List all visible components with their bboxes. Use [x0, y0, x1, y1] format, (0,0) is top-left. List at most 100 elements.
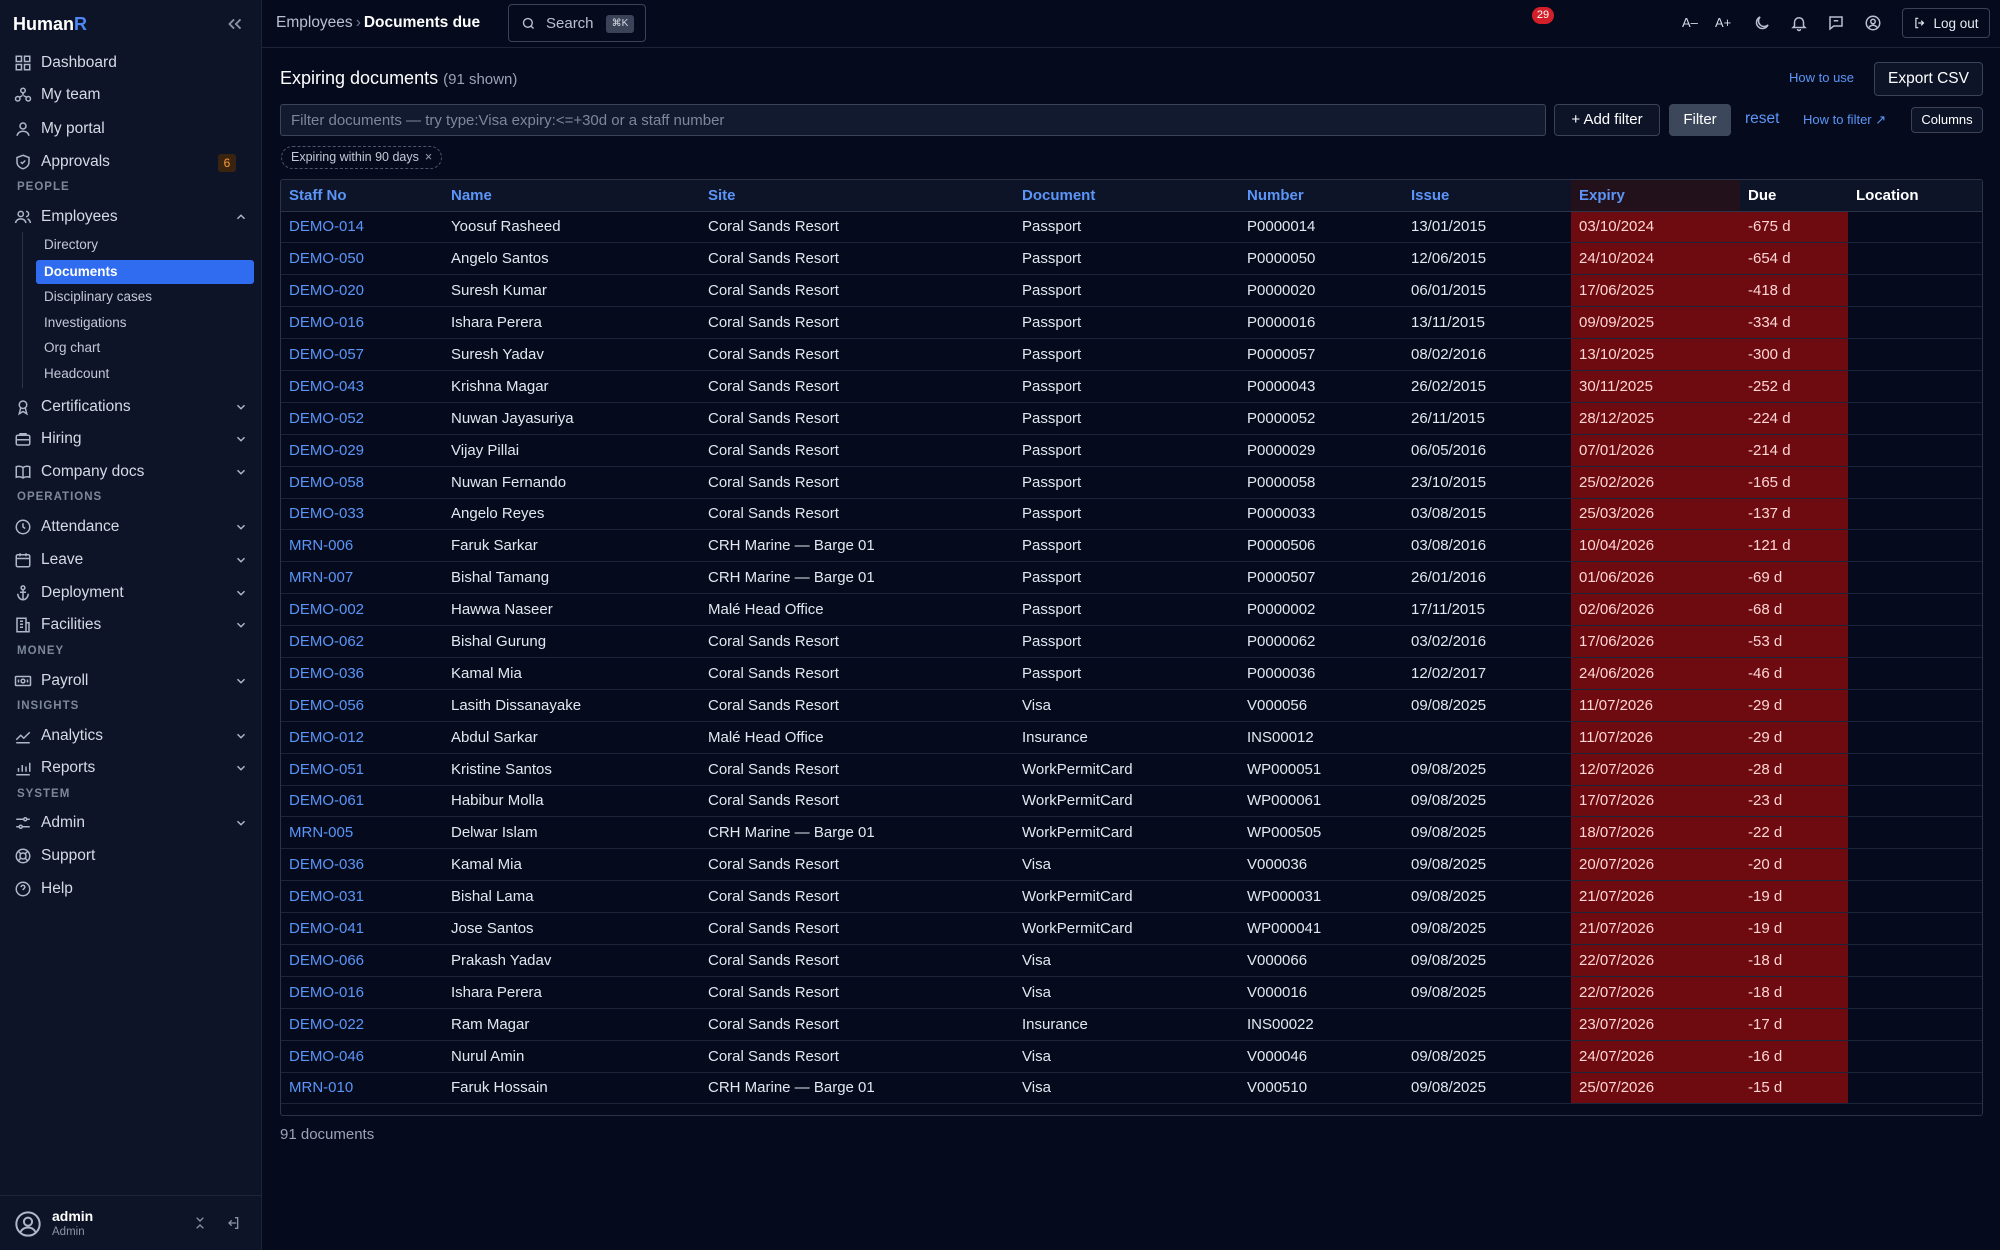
table-row[interactable]: DEMO-016 Ishara Perera Coral Sands Resort P… [281, 306, 1982, 340]
sidebar-item-payroll[interactable]: Payroll [14, 667, 248, 695]
staff-no-cell[interactable]: DEMO-029 [281, 434, 443, 467]
logout-button[interactable]: Log out [1902, 8, 1990, 38]
column-header-expiry[interactable]: Expiry [1571, 180, 1740, 212]
table-row[interactable]: DEMO-050 Angelo Santos Coral Sands Resort P… [281, 242, 1982, 276]
table-row[interactable]: DEMO-036 Kamal Mia Coral Sands Resort Visa V… [281, 848, 1982, 882]
table-row[interactable]: DEMO-058 Nuwan Fernando Coral Sands Resort… [281, 466, 1982, 499]
column-header-issue[interactable]: Issue [1403, 180, 1571, 212]
table-row[interactable]: DEMO-014 Yoosuf Rasheed Coral Sands Resort… [281, 211, 1982, 244]
sidebar-subitem-disciplinary-cases[interactable]: Disciplinary cases [36, 285, 254, 309]
add-filter-button[interactable]: + Add filter [1554, 104, 1660, 136]
staff-no-cell[interactable]: DEMO-058 [281, 466, 443, 499]
column-header-site[interactable]: Site [700, 180, 1014, 212]
table-row[interactable]: DEMO-062 Bishal Gurung Coral Sands Resort P… [281, 625, 1982, 658]
staff-no-cell[interactable]: DEMO-022 [281, 1008, 443, 1041]
sidebar-item-company-docs[interactable]: Company docs [14, 458, 248, 486]
how-to-use-link[interactable]: How to use [1789, 70, 1854, 85]
table-row[interactable]: DEMO-036 Kamal Mia Coral Sands Resort Passp… [281, 657, 1982, 690]
table-row[interactable]: DEMO-031 Bishal Lama Coral Sands Resort Wor… [281, 880, 1982, 914]
sidebar-subitem-headcount[interactable]: Headcount [36, 362, 254, 386]
brand-logo[interactable]: HumanR [13, 14, 87, 35]
sidebar-item-certifications[interactable]: Certifications [14, 393, 248, 421]
staff-no-cell[interactable]: DEMO-016 [281, 976, 443, 1009]
table-row[interactable]: DEMO-029 Vijay Pillai Coral Sands Resort Pa… [281, 434, 1982, 467]
sidebar-subitem-org-chart[interactable]: Org chart [36, 336, 254, 360]
staff-no-cell[interactable]: DEMO-016 [281, 306, 443, 340]
sidebar-subitem-investigations[interactable]: Investigations [36, 311, 254, 335]
sidebar-item-my-team[interactable]: My team [14, 81, 248, 109]
moon-icon[interactable] [1753, 14, 1773, 34]
table-row[interactable]: MRN-010 Faruk Hossain CRH Marine — Barge 0… [281, 1072, 1982, 1105]
staff-no-cell[interactable]: DEMO-036 [281, 657, 443, 690]
staff-no-cell[interactable]: MRN-007 [281, 561, 443, 595]
staff-no-cell[interactable]: MRN-010 [281, 1072, 443, 1105]
close-icon[interactable]: × [425, 150, 432, 164]
staff-no-cell[interactable]: DEMO-062 [281, 625, 443, 658]
search-button[interactable]: Search ⌘K [508, 4, 646, 42]
message-icon[interactable] [1827, 14, 1847, 34]
sidebar-item-approvals[interactable]: Approvals 6 [14, 148, 248, 176]
table-row[interactable]: DEMO-033 Angelo Reyes Coral Sands Resort Pa… [281, 498, 1982, 531]
column-header-document[interactable]: Document [1014, 180, 1239, 212]
sidebar-item-support[interactable]: Support [14, 842, 248, 870]
table-row[interactable]: DEMO-020 Suresh Kumar Coral Sands Resort Pa… [281, 274, 1982, 308]
sidebar-item-deployment[interactable]: Deployment [14, 579, 248, 607]
staff-no-cell[interactable]: DEMO-036 [281, 848, 443, 882]
staff-no-cell[interactable]: DEMO-043 [281, 370, 443, 403]
staff-no-cell[interactable]: DEMO-041 [281, 912, 443, 945]
table-row[interactable]: DEMO-061 Habibur Molla Coral Sands Resort W… [281, 785, 1982, 818]
staff-no-cell[interactable]: DEMO-057 [281, 338, 443, 371]
breadcrumb-parent-link[interactable]: Employees [276, 14, 353, 31]
staff-no-cell[interactable]: DEMO-014 [281, 211, 443, 244]
sidebar-item-attendance[interactable]: Attendance [14, 513, 248, 541]
staff-no-cell[interactable]: DEMO-051 [281, 753, 443, 786]
sidebar-item-my-portal[interactable]: My portal [14, 115, 248, 143]
font-smaller-button[interactable]: A– [1682, 15, 1698, 30]
export-csv-button[interactable]: Export CSV [1874, 62, 1983, 96]
sidebar-item-reports[interactable]: Reports [14, 754, 248, 782]
table-row[interactable]: DEMO-041 Jose Santos Coral Sands Resort Wor… [281, 912, 1982, 945]
staff-no-cell[interactable]: DEMO-056 [281, 689, 443, 722]
sidebar-item-hiring[interactable]: Hiring [14, 425, 248, 453]
sidebar-item-employees[interactable]: Employees [14, 203, 248, 231]
column-header-staff-no[interactable]: Staff No [281, 180, 443, 212]
table-row[interactable]: MRN-007 Bishal Tamang CRH Marine — Barge 0… [281, 561, 1982, 595]
sidebar-item-help[interactable]: Help [14, 875, 248, 903]
expand-collapse-icon[interactable] [192, 1215, 208, 1231]
how-to-filter-link[interactable]: How to filter ↗ [1803, 112, 1886, 128]
reset-link[interactable]: reset [1745, 110, 1779, 128]
staff-no-cell[interactable]: DEMO-066 [281, 944, 443, 977]
staff-no-cell[interactable]: DEMO-061 [281, 785, 443, 818]
font-larger-button[interactable]: A+ [1715, 15, 1731, 30]
table-row[interactable]: DEMO-002 Hawwa Naseer Malé Head Office Pass… [281, 593, 1982, 627]
table-row[interactable]: DEMO-052 Nuwan Jayasuriya Coral Sands Reso… [281, 402, 1982, 435]
table-row[interactable]: DEMO-066 Prakash Yadav Coral Sands Resort V… [281, 944, 1982, 977]
sidebar-item-facilities[interactable]: Facilities [14, 611, 248, 639]
sidebar-item-leave[interactable]: Leave [14, 546, 248, 574]
filter-input[interactable] [280, 104, 1546, 136]
column-header-number[interactable]: Number [1239, 180, 1403, 212]
table-row[interactable]: DEMO-046 Nurul Amin Coral Sands Resort Visa… [281, 1040, 1982, 1073]
filter-chip[interactable]: Expiring within 90 days × [281, 146, 443, 169]
sidebar-subitem-directory[interactable]: Directory [36, 233, 254, 257]
staff-no-cell[interactable]: DEMO-002 [281, 593, 443, 627]
table-row[interactable]: DEMO-016 Ishara Perera Coral Sands Resort V… [281, 976, 1982, 1009]
table-row[interactable]: DEMO-051 Kristine Santos Coral Sands Resor… [281, 753, 1982, 786]
sign-out-icon[interactable] [225, 1215, 241, 1231]
table-row[interactable]: DEMO-022 Ram Magar Coral Sands Resort Insur… [281, 1008, 1982, 1041]
staff-no-cell[interactable]: DEMO-012 [281, 721, 443, 754]
table-row[interactable]: DEMO-057 Suresh Yadav Coral Sands Resort Pa… [281, 338, 1982, 371]
table-row[interactable]: MRN-005 Delwar Islam CRH Marine — Barge 01… [281, 816, 1982, 850]
sidebar-subitem-documents[interactable]: Documents [36, 260, 254, 284]
staff-no-cell[interactable]: DEMO-046 [281, 1040, 443, 1073]
staff-no-cell[interactable]: MRN-006 [281, 529, 443, 563]
bell-icon[interactable] [1790, 14, 1810, 34]
collapse-sidebar-icon[interactable] [224, 13, 246, 35]
sidebar-item-dashboard[interactable]: Dashboard [14, 49, 248, 77]
table-row[interactable]: DEMO-056 Lasith Dissanayake Coral Sands Re… [281, 689, 1982, 722]
staff-no-cell[interactable]: MRN-005 [281, 816, 443, 850]
staff-no-cell[interactable]: DEMO-052 [281, 402, 443, 435]
sidebar-item-analytics[interactable]: Analytics [14, 722, 248, 750]
table-row[interactable]: MRN-006 Faruk Sarkar CRH Marine — Barge 01… [281, 529, 1982, 563]
staff-no-cell[interactable]: DEMO-020 [281, 274, 443, 308]
